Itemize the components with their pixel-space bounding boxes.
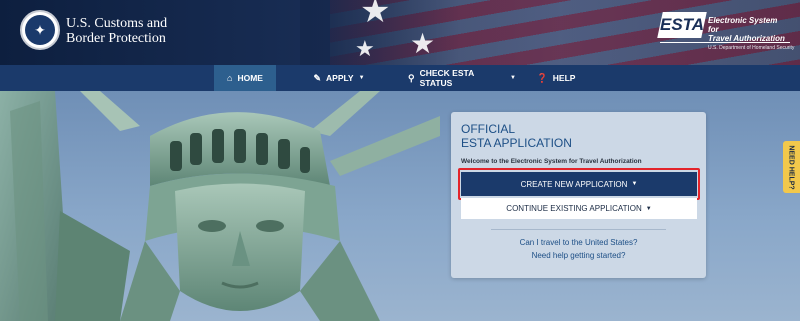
divider	[491, 229, 666, 230]
panel-title: OFFICIAL ESTA APPLICATION	[461, 122, 572, 150]
search-icon: ⚲	[408, 72, 415, 83]
esta-logo-text: ESTA	[659, 15, 705, 34]
welcome-text: Welcome to the Electronic System for Tra…	[461, 158, 642, 165]
travel-eligibility-link[interactable]: Can I travel to the United States?	[451, 238, 706, 247]
nav-help-label: HELP	[552, 73, 576, 83]
nav-check-status[interactable]: ⚲ CHECK ESTA STATUS ▼	[408, 65, 516, 91]
esta-underline	[660, 42, 790, 43]
caret-down-icon: ▼	[645, 205, 652, 212]
esta-logo-box: ESTA	[657, 12, 707, 38]
agency-name-line1: U.S. Customs and	[66, 16, 168, 31]
need-help-tab[interactable]: NEED HELP?	[783, 141, 800, 193]
nav-help[interactable]: ❓ HELP	[534, 65, 578, 91]
star-icon: ★	[410, 28, 436, 59]
nav-apply[interactable]: ✎ APPLY ▼	[308, 65, 370, 91]
statue-of-liberty-image	[0, 91, 440, 321]
eagle-icon: ✦	[25, 15, 55, 45]
nav-home[interactable]: ⌂ HOME	[214, 65, 276, 91]
esta-description: Electronic System for Travel Authorizati…	[708, 16, 790, 43]
question-icon: ❓	[536, 72, 548, 83]
nav-check-status-label: CHECK ESTA STATUS	[419, 68, 474, 88]
panel-title-line2: ESTA APPLICATION	[461, 136, 572, 150]
help-getting-started-link[interactable]: Need help getting started?	[451, 251, 706, 260]
site-header: ★ ★ ★ ✦ U.S. Customs and Border Protecti…	[0, 0, 800, 65]
esta-logo[interactable]: ESTA Electronic System for Travel Author…	[657, 10, 794, 55]
nav-home-label: HOME	[237, 73, 263, 83]
home-icon: ⌂	[227, 72, 233, 83]
esta-dept: U.S. Department of Homeland Security	[708, 45, 795, 51]
star-icon: ★	[355, 36, 375, 61]
caret-down-icon: ▼	[358, 75, 365, 81]
agency-name[interactable]: U.S. Customs and Border Protection	[66, 16, 167, 46]
main-nav: ⌂ HOME ✎ APPLY ▼ ⚲ CHECK ESTA STATUS ▼ ❓…	[0, 65, 800, 91]
panel-title-line1: OFFICIAL	[461, 122, 516, 136]
create-button-label: CREATE NEW APPLICATION	[520, 179, 628, 189]
esta-application-panel: OFFICIAL ESTA APPLICATION Welcome to the…	[451, 112, 706, 278]
agency-name-line2: Border Protection	[66, 31, 166, 46]
create-new-application-button[interactable]: CREATE NEW APPLICATION ▼	[461, 172, 697, 196]
need-help-label: NEED HELP?	[788, 144, 795, 190]
caret-down-icon: ▼	[510, 75, 516, 81]
caret-down-icon: ▼	[631, 181, 638, 187]
esta-desc-line1: Electronic System for	[708, 16, 778, 34]
star-icon: ★	[360, 0, 391, 30]
nav-apply-label: APPLY	[326, 73, 354, 83]
pencil-icon: ✎	[313, 72, 322, 83]
continue-button-label: CONTINUE EXISTING APPLICATION	[506, 204, 642, 213]
continue-existing-application-button[interactable]: CONTINUE EXISTING APPLICATION ▼	[461, 198, 697, 219]
dhs-seal-logo[interactable]: ✦	[20, 10, 60, 50]
